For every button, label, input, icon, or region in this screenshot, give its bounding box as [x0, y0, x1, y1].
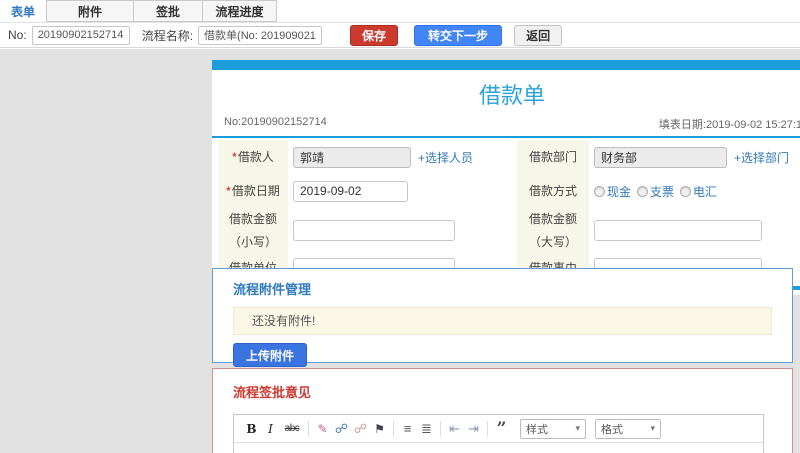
required-mark: * — [226, 183, 231, 198]
tab-progress[interactable]: 流程进度 — [202, 0, 277, 22]
form-fill-date: 填表日期:2019-09-02 15:27:1 — [658, 119, 800, 131]
select-person-link[interactable]: +选择人员 — [418, 149, 473, 166]
strikethrough-icon[interactable]: abc — [280, 423, 304, 434]
italic-icon[interactable]: I — [261, 422, 280, 436]
workflow-form-screen: 表单 附件 签批 流程进度 No: 流程名称: 保存 转交下一步 返回 借款单 … — [0, 0, 800, 453]
link-icon[interactable]: ☍ — [332, 421, 351, 437]
radio-wire-transfer[interactable]: 电汇 — [680, 183, 717, 200]
department-label: 借款部门 — [517, 140, 589, 174]
no-input[interactable] — [31, 25, 130, 45]
indent-icon[interactable]: ⇥ — [464, 421, 483, 437]
form-row-borrower: *借款人 +选择人员 借款部门 +选择部门 — [218, 140, 800, 174]
tab-approval[interactable]: 签批 — [133, 0, 203, 22]
required-mark: * — [232, 149, 237, 164]
select-department-link[interactable]: +选择部门 — [734, 149, 789, 166]
loan-date-label: *借款日期 — [218, 174, 288, 208]
form-meta-row: No:20190902152714 填表日期:2019-09-02 15:27:… — [212, 116, 800, 136]
blockquote-icon[interactable]: ” — [492, 420, 511, 437]
radio-circle-icon — [680, 185, 692, 197]
flow-name-input[interactable] — [198, 25, 323, 45]
toolbar-separator — [308, 420, 309, 437]
form-title: 借款单 — [478, 83, 545, 108]
tab-form[interactable]: 表单 — [0, 0, 46, 22]
no-attachment-alert: 还没有附件! — [233, 307, 772, 335]
borrower-label: *借款人 — [218, 140, 288, 174]
chevron-down-icon: ▾ — [650, 423, 655, 433]
amount-uppercase-value-cell — [589, 208, 800, 254]
borrower-input[interactable] — [293, 146, 411, 168]
rich-text-editor: B I abc ✎ ☍ ☍ ⚑ ≡ ≣ ⇤ ⇥ ” 样式 ▾ 格式 ▾ — [233, 414, 764, 453]
numbered-list-icon[interactable]: ≡ — [398, 421, 417, 436]
bulleted-list-icon[interactable]: ≣ — [417, 421, 436, 437]
loan-form-panel: 借款单 No:20190902152714 填表日期:2019-09-02 15… — [212, 60, 800, 295]
form-number: No:20190902152714 — [224, 116, 327, 128]
styles-dropdown[interactable]: 样式 ▾ — [520, 418, 586, 439]
remove-format-icon[interactable]: ✎ — [313, 422, 332, 436]
bold-icon[interactable]: B — [242, 422, 261, 436]
chevron-down-icon: ▾ — [575, 423, 580, 433]
amount-uppercase-label: 借款金额（大写） — [517, 208, 589, 254]
unlink-icon[interactable]: ☍ — [351, 421, 370, 437]
amount-uppercase-input[interactable] — [594, 220, 762, 242]
attachment-panel: 流程附件管理 还没有附件! 上传附件 — [212, 268, 793, 367]
format-dropdown[interactable]: 格式 ▾ — [595, 418, 661, 439]
approval-panel-title: 流程签批意见 — [233, 385, 312, 400]
back-button[interactable]: 返回 — [514, 24, 563, 46]
anchor-icon[interactable]: ⚑ — [370, 422, 389, 436]
toolbar-separator — [393, 420, 394, 437]
radio-cheque[interactable]: 支票 — [637, 183, 674, 200]
tab-attachments[interactable]: 附件 — [46, 0, 134, 22]
amount-lowercase-value-cell — [288, 208, 505, 254]
radio-cash[interactable]: 现金 — [594, 183, 631, 200]
form-row-amount: 借款金额（小写） 借款金额（大写） — [218, 208, 800, 254]
loan-date-input[interactable] — [293, 180, 408, 202]
upload-attachment-button[interactable]: 上传附件 — [233, 343, 308, 367]
department-input[interactable] — [594, 146, 727, 168]
panel-accent-bar — [212, 60, 800, 70]
save-button[interactable]: 保存 — [350, 24, 399, 46]
flow-name-label: 流程名称: — [141, 28, 194, 43]
attachment-panel-title: 流程附件管理 — [233, 282, 312, 297]
loan-method-value-cell: 现金 支票 电汇 — [589, 174, 800, 208]
outdent-icon[interactable]: ⇤ — [445, 421, 464, 437]
forward-next-step-button[interactable]: 转交下一步 — [414, 24, 503, 46]
borrower-value-cell: +选择人员 — [288, 140, 505, 174]
amount-lowercase-input[interactable] — [293, 220, 455, 242]
loan-date-value-cell — [288, 174, 505, 208]
form-table: *借款人 +选择人员 借款部门 +选择部门 *借款日期 — [212, 136, 800, 290]
toolbar-separator — [440, 420, 441, 437]
tab-bar: 表单 附件 签批 流程进度 — [0, 0, 800, 23]
toolbar-separator — [487, 420, 488, 437]
editor-content-area[interactable] — [234, 443, 763, 453]
department-value-cell: +选择部门 — [589, 140, 800, 174]
no-label: No: — [8, 28, 27, 42]
radio-circle-icon — [594, 185, 605, 197]
amount-lowercase-label: 借款金额（小写） — [218, 208, 288, 254]
content-area: 借款单 No:20190902152714 填表日期:2019-09-02 15… — [0, 49, 800, 453]
editor-toolbar: B I abc ✎ ☍ ☍ ⚑ ≡ ≣ ⇤ ⇥ ” 样式 ▾ 格式 ▾ — [234, 415, 763, 443]
form-row-date-method: *借款日期 借款方式 现金 支票 电汇 — [218, 174, 800, 208]
approval-panel: 流程签批意见 B I abc ✎ ☍ ☍ ⚑ ≡ ≣ ⇤ ⇥ ” 样式 ▾ 格式… — [212, 368, 793, 453]
loan-method-label: 借款方式 — [517, 174, 589, 208]
radio-circle-icon — [637, 185, 649, 197]
action-toolbar: No: 流程名称: 保存 转交下一步 返回 — [0, 23, 800, 48]
